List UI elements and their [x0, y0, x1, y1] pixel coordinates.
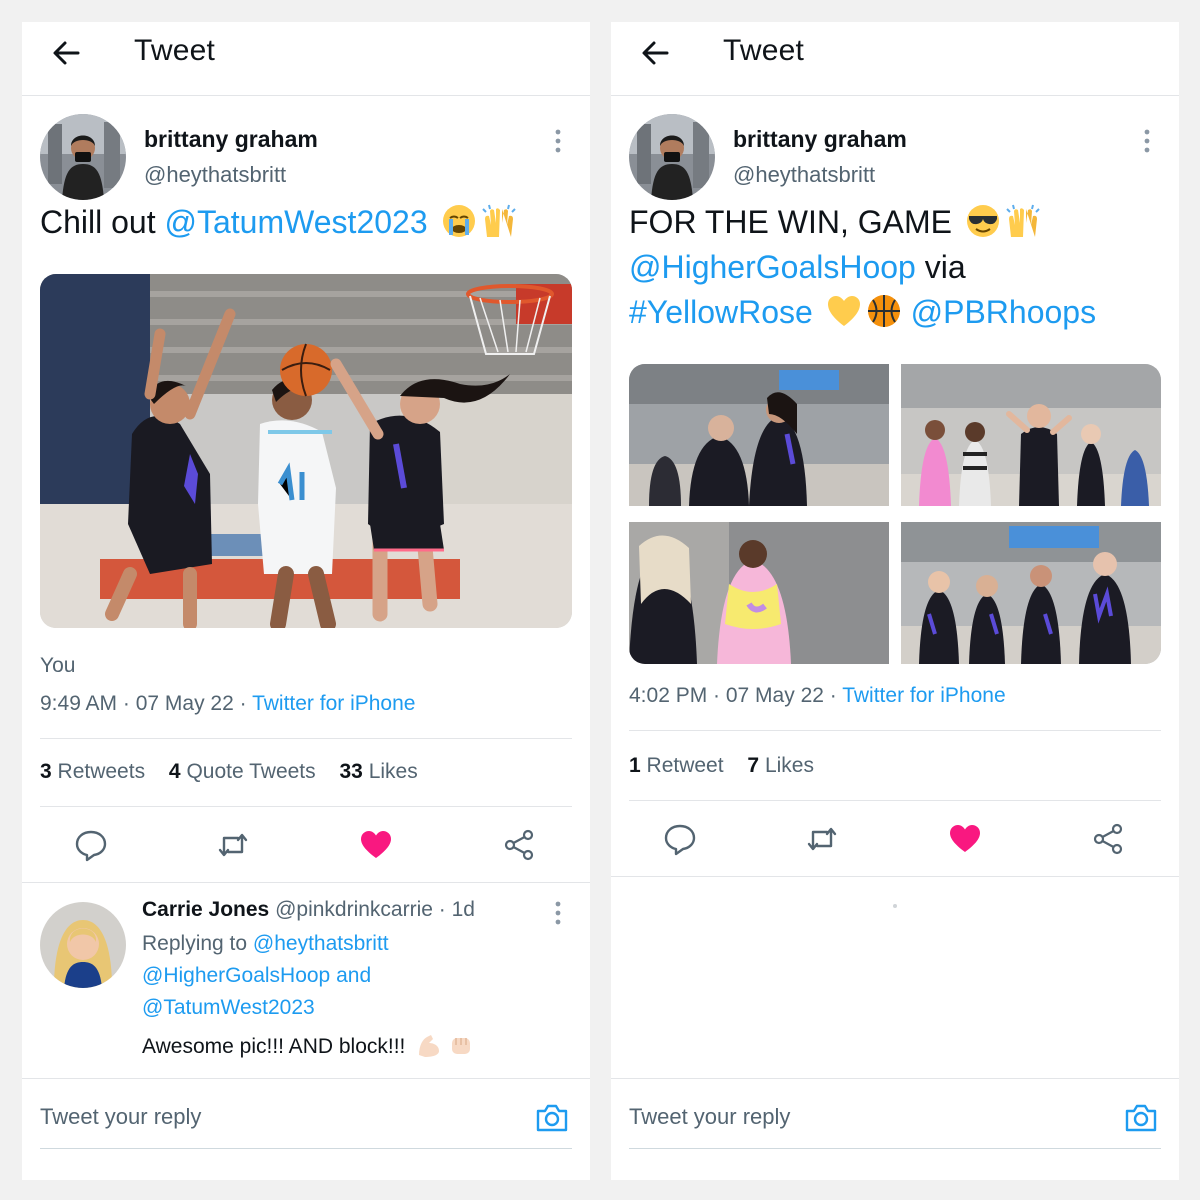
you-label: You	[40, 654, 76, 677]
reply-icon[interactable]	[663, 822, 697, 856]
camera-icon[interactable]	[534, 1100, 570, 1136]
reply-avatar[interactable]	[40, 902, 126, 988]
page-title: Tweet	[134, 34, 216, 67]
raising-hands-icon	[1006, 204, 1040, 237]
crying-face-icon	[442, 205, 475, 237]
loading-indicator	[893, 904, 897, 908]
quote-tweets-stat[interactable]: 4 Quote Tweets	[169, 760, 316, 783]
more-vertical-icon[interactable]	[552, 128, 564, 154]
tweet-text: Chill out @TatumWest2023	[40, 200, 517, 245]
reply-icon[interactable]	[74, 828, 108, 862]
page-title: Tweet	[723, 34, 805, 67]
tweet-stats: 3 Retweets 4 Quote Tweets 33 Likes	[40, 760, 436, 784]
timestamp-text: 4:02 PM · 07 May 22 ·	[629, 684, 843, 707]
divider	[629, 730, 1161, 731]
tweet-panel-right: Tweet brittany graham @heythatsbritt FOR…	[611, 22, 1179, 1180]
reply-input-underline	[40, 1148, 572, 1149]
tweet-stats: 1 Retweet 7 Likes	[629, 754, 832, 778]
reply-header: Carrie Jones @pinkdrinkcarrie · 1d	[142, 898, 475, 922]
divider	[22, 1078, 590, 1079]
author-handle[interactable]: @heythatsbritt	[144, 162, 286, 188]
basketball-photo-image	[40, 274, 572, 628]
tweet-photo-grid	[629, 364, 1161, 664]
more-vertical-icon[interactable]	[552, 900, 564, 926]
back-arrow-icon[interactable]	[48, 35, 84, 71]
likes-stat[interactable]: 7 Likes	[747, 754, 814, 777]
reply-author-name[interactable]: Carrie Jones	[142, 898, 269, 921]
tweet-text: FOR THE WIN, GAME @HigherGoalsHoop via #…	[629, 200, 1096, 335]
heart-icon[interactable]	[359, 828, 393, 862]
header: Tweet	[611, 22, 1179, 96]
author-name[interactable]: brittany graham	[144, 126, 318, 153]
tweet-text-line-2: @HigherGoalsHoop via	[629, 249, 966, 285]
back-arrow-icon[interactable]	[637, 35, 673, 71]
reply-author-handle[interactable]: @pinkdrinkcarrie · 1d	[275, 898, 475, 921]
tweet-timestamp: 4:02 PM · 07 May 22 · Twitter for iPhone	[629, 684, 1006, 708]
likes-stat[interactable]: 33 Likes	[340, 760, 418, 783]
replying-to-link[interactable]: @HigherGoalsHoop	[142, 964, 330, 987]
reply-input-underline	[629, 1148, 1161, 1149]
author-name[interactable]: brittany graham	[733, 126, 907, 153]
source-link[interactable]: Twitter for iPhone	[842, 684, 1005, 707]
more-vertical-icon[interactable]	[1141, 128, 1153, 154]
tweet-text-line-3: #YellowRose @PBRhoops	[629, 290, 1096, 335]
basketball-icon	[867, 295, 900, 327]
divider	[611, 1078, 1179, 1079]
flexed-biceps-icon	[419, 1035, 440, 1057]
team-photos-image[interactable]	[629, 364, 1161, 664]
replying-to-line-3: @TatumWest2023	[142, 996, 315, 1020]
heart-icon[interactable]	[948, 822, 982, 856]
divider	[611, 876, 1179, 877]
raising-hands-icon	[481, 204, 516, 237]
retweet-icon[interactable]	[216, 828, 250, 862]
tweet-photo[interactable]	[40, 274, 572, 628]
reply-input[interactable]: Tweet your reply	[40, 1104, 201, 1130]
replying-to: Replying to @heythatsbritt	[142, 932, 389, 955]
hashtag-link[interactable]: #YellowRose	[629, 294, 813, 330]
author-handle[interactable]: @heythatsbritt	[733, 162, 875, 188]
retweets-stat[interactable]: 1 Retweet	[629, 754, 724, 777]
divider	[40, 806, 572, 807]
tweet-timestamp: 9:49 AM · 07 May 22 · Twitter for iPhone	[40, 692, 415, 716]
sunglasses-face-icon	[966, 205, 999, 237]
divider	[629, 800, 1161, 801]
share-icon[interactable]	[502, 828, 536, 862]
divider	[22, 882, 590, 883]
fist-icon	[452, 1038, 471, 1054]
header: Tweet	[22, 22, 590, 96]
mention-link[interactable]: @TatumWest2023	[165, 204, 428, 240]
camera-icon[interactable]	[1123, 1100, 1159, 1136]
tweet-text-line-1: FOR THE WIN, GAME	[629, 200, 1096, 245]
replying-to-line-2: @HigherGoalsHoop and	[142, 964, 372, 987]
reply-input[interactable]: Tweet your reply	[629, 1104, 790, 1130]
share-icon[interactable]	[1091, 822, 1125, 856]
retweets-stat[interactable]: 3 Retweets	[40, 760, 145, 783]
replying-to-link[interactable]: @heythatsbritt	[253, 932, 389, 955]
tweet-text-content: Chill out	[40, 204, 165, 240]
mention-link[interactable]: @PBRhoops	[911, 294, 1096, 330]
mention-link[interactable]: @HigherGoalsHoop	[629, 249, 916, 285]
author-avatar[interactable]	[40, 114, 126, 200]
yellow-heart-icon	[827, 296, 860, 326]
tweet-panel-left: Tweet brittany graham @heythatsbritt Chi…	[22, 22, 590, 1180]
reply-text: Awesome pic!!! AND block!!!	[142, 1031, 475, 1059]
author-avatar[interactable]	[629, 114, 715, 200]
divider	[40, 738, 572, 739]
source-link[interactable]: Twitter for iPhone	[252, 692, 415, 715]
timestamp-text: 9:49 AM · 07 May 22 ·	[40, 692, 253, 715]
retweet-icon[interactable]	[805, 822, 839, 856]
replying-to-link[interactable]: @TatumWest2023	[142, 996, 315, 1019]
